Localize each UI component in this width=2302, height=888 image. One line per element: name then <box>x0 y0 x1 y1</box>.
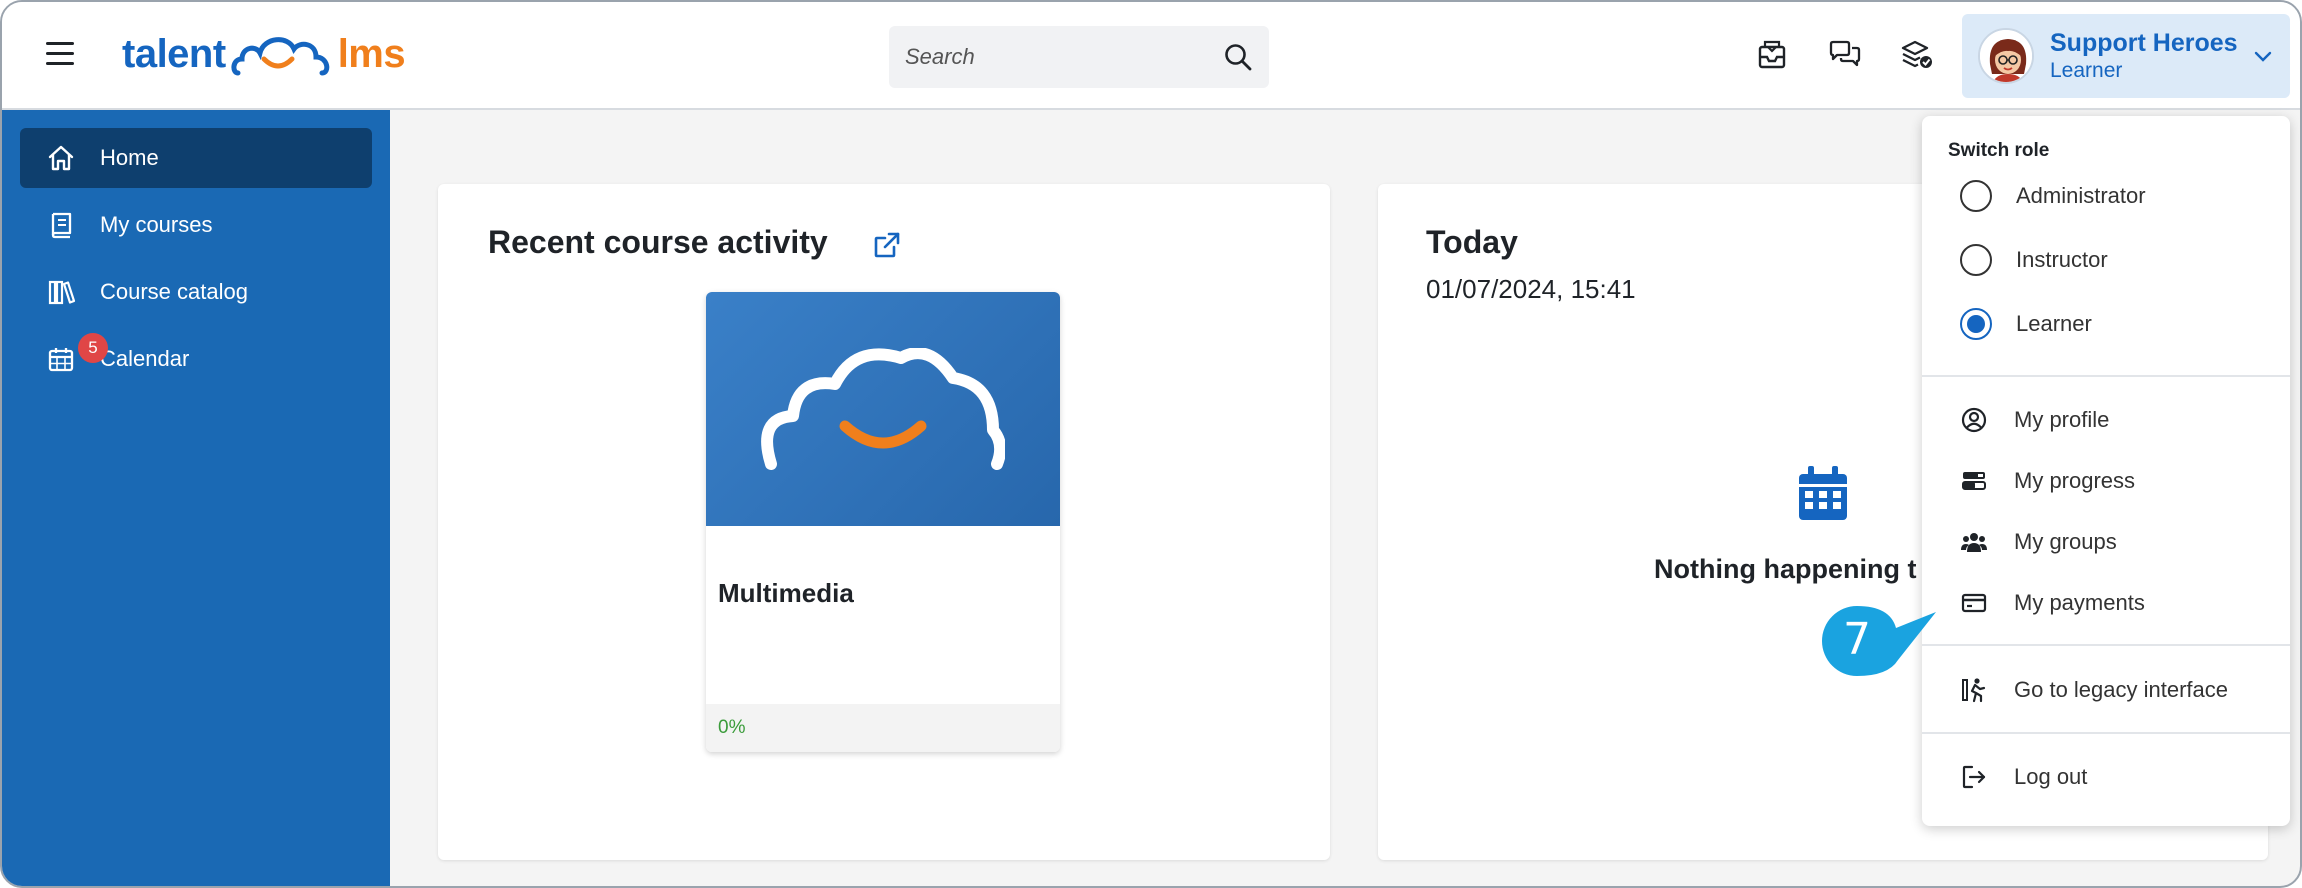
role-label: Learner <box>2016 311 2092 336</box>
courses-stack-icon[interactable] <box>1900 38 1934 72</box>
menu-item-legacy-interface[interactable]: Go to legacy interface <box>1960 670 2228 710</box>
menu-item-my-progress[interactable]: My progress <box>1960 461 2135 501</box>
course-card-multimedia[interactable]: Multimedia 0% <box>706 292 1060 752</box>
user-menu-button[interactable]: Support Heroes Learner <box>1962 14 2290 98</box>
sidebar-item-my-courses[interactable]: My courses <box>20 195 372 255</box>
step-callout-number: 7 <box>1843 613 1871 665</box>
discussions-icon[interactable] <box>1828 38 1862 72</box>
user-role: Learner <box>2050 59 2123 82</box>
top-header: talent lms Search Support Heroes Learner <box>2 2 2300 110</box>
menu-toggle-icon[interactable] <box>46 42 74 66</box>
logo-text-talent: talent <box>122 31 226 76</box>
menu-item-my-groups[interactable]: My groups <box>1960 522 2117 562</box>
user-dropdown-menu: Switch role Administrator Instructor Lea… <box>1922 116 2290 826</box>
logout-icon <box>1962 765 1986 789</box>
user-name: Support Heroes <box>2050 29 2238 57</box>
menu-label: My groups <box>2014 529 2117 554</box>
external-link-icon[interactable] <box>872 230 902 260</box>
role-option-instructor[interactable]: Instructor <box>1960 240 2108 280</box>
menu-label: Go to legacy interface <box>2014 677 2229 702</box>
sidebar-item-label: Calendar <box>100 346 190 371</box>
groups-icon <box>1961 533 1987 552</box>
menu-item-log-out[interactable]: Log out <box>1960 757 2087 797</box>
menu-label: Log out <box>2014 764 2088 789</box>
calendar-empty-icon <box>1799 466 1847 520</box>
logo-cloud-icon <box>231 37 329 76</box>
talentlms-logo[interactable]: talent lms <box>122 22 406 86</box>
sidebar-item-home[interactable]: Home <box>20 128 372 188</box>
app-window: talent lms Search Support Heroes Learner… <box>0 0 2302 888</box>
radio-instructor[interactable] <box>1960 244 1992 276</box>
role-option-learner[interactable]: Learner <box>1960 304 2092 344</box>
library-icon <box>48 280 76 305</box>
role-label: Instructor <box>2016 247 2108 272</box>
messages-icon[interactable] <box>1755 38 1789 72</box>
menu-label: My payments <box>2014 590 2145 615</box>
menu-label: My profile <box>2014 407 2110 432</box>
legacy-icon <box>1962 678 1986 703</box>
payments-icon <box>1961 593 1987 613</box>
recent-activity-card: Recent course activity Multimedia 0% <box>438 184 1330 860</box>
course-progress-value: 0% <box>718 717 746 738</box>
chevron-down-icon <box>2254 51 2272 62</box>
radio-learner[interactable] <box>1960 308 1992 340</box>
profile-icon <box>1961 407 1987 433</box>
today-title: Today <box>1426 224 1518 260</box>
calendar-icon <box>48 348 74 372</box>
cloud-smile-icon <box>761 348 1005 470</box>
avatar-image-icon <box>1980 30 2032 82</box>
search-icon[interactable] <box>1223 42 1253 72</box>
sidebar: Home My courses Course catalog 5 Calenda… <box>2 110 390 886</box>
sidebar-item-course-catalog[interactable]: Course catalog <box>20 262 372 322</box>
menu-item-my-profile[interactable]: My profile <box>1960 400 2109 440</box>
calendar-badge: 5 <box>78 333 108 363</box>
sidebar-item-label: Course catalog <box>100 279 248 304</box>
role-option-administrator[interactable]: Administrator <box>1960 176 2146 216</box>
recent-activity-title: Recent course activity <box>488 224 828 260</box>
sidebar-item-label: My courses <box>100 212 213 237</box>
logo-text-lms: lms <box>337 31 406 76</box>
search-box <box>889 26 1269 88</box>
radio-administrator[interactable] <box>1960 180 1992 212</box>
avatar <box>1978 28 2034 84</box>
switch-role-heading: Switch role <box>1948 140 2050 161</box>
course-thumbnail <box>706 292 1060 526</box>
sidebar-item-calendar[interactable]: 5 Calendar <box>20 329 372 389</box>
book-icon <box>51 212 72 239</box>
divider <box>1922 644 2290 646</box>
menu-label: My progress <box>2014 468 2136 493</box>
home-icon <box>48 145 74 171</box>
menu-item-my-payments[interactable]: My payments <box>1960 583 2145 623</box>
progress-icon <box>1962 472 1986 490</box>
course-name: Multimedia <box>718 578 854 608</box>
user-info: Support Heroes Learner <box>2050 28 2252 84</box>
divider <box>1922 732 2290 734</box>
course-progress: 0% <box>706 704 1060 752</box>
empty-state-text: Nothing happening t <box>1654 554 1917 584</box>
sidebar-item-label: Home <box>100 145 159 170</box>
today-date: 01/07/2024, 15:41 <box>1426 274 1636 304</box>
role-label: Administrator <box>2016 183 2146 208</box>
divider <box>1922 375 2290 377</box>
search-input[interactable] <box>905 44 1223 70</box>
